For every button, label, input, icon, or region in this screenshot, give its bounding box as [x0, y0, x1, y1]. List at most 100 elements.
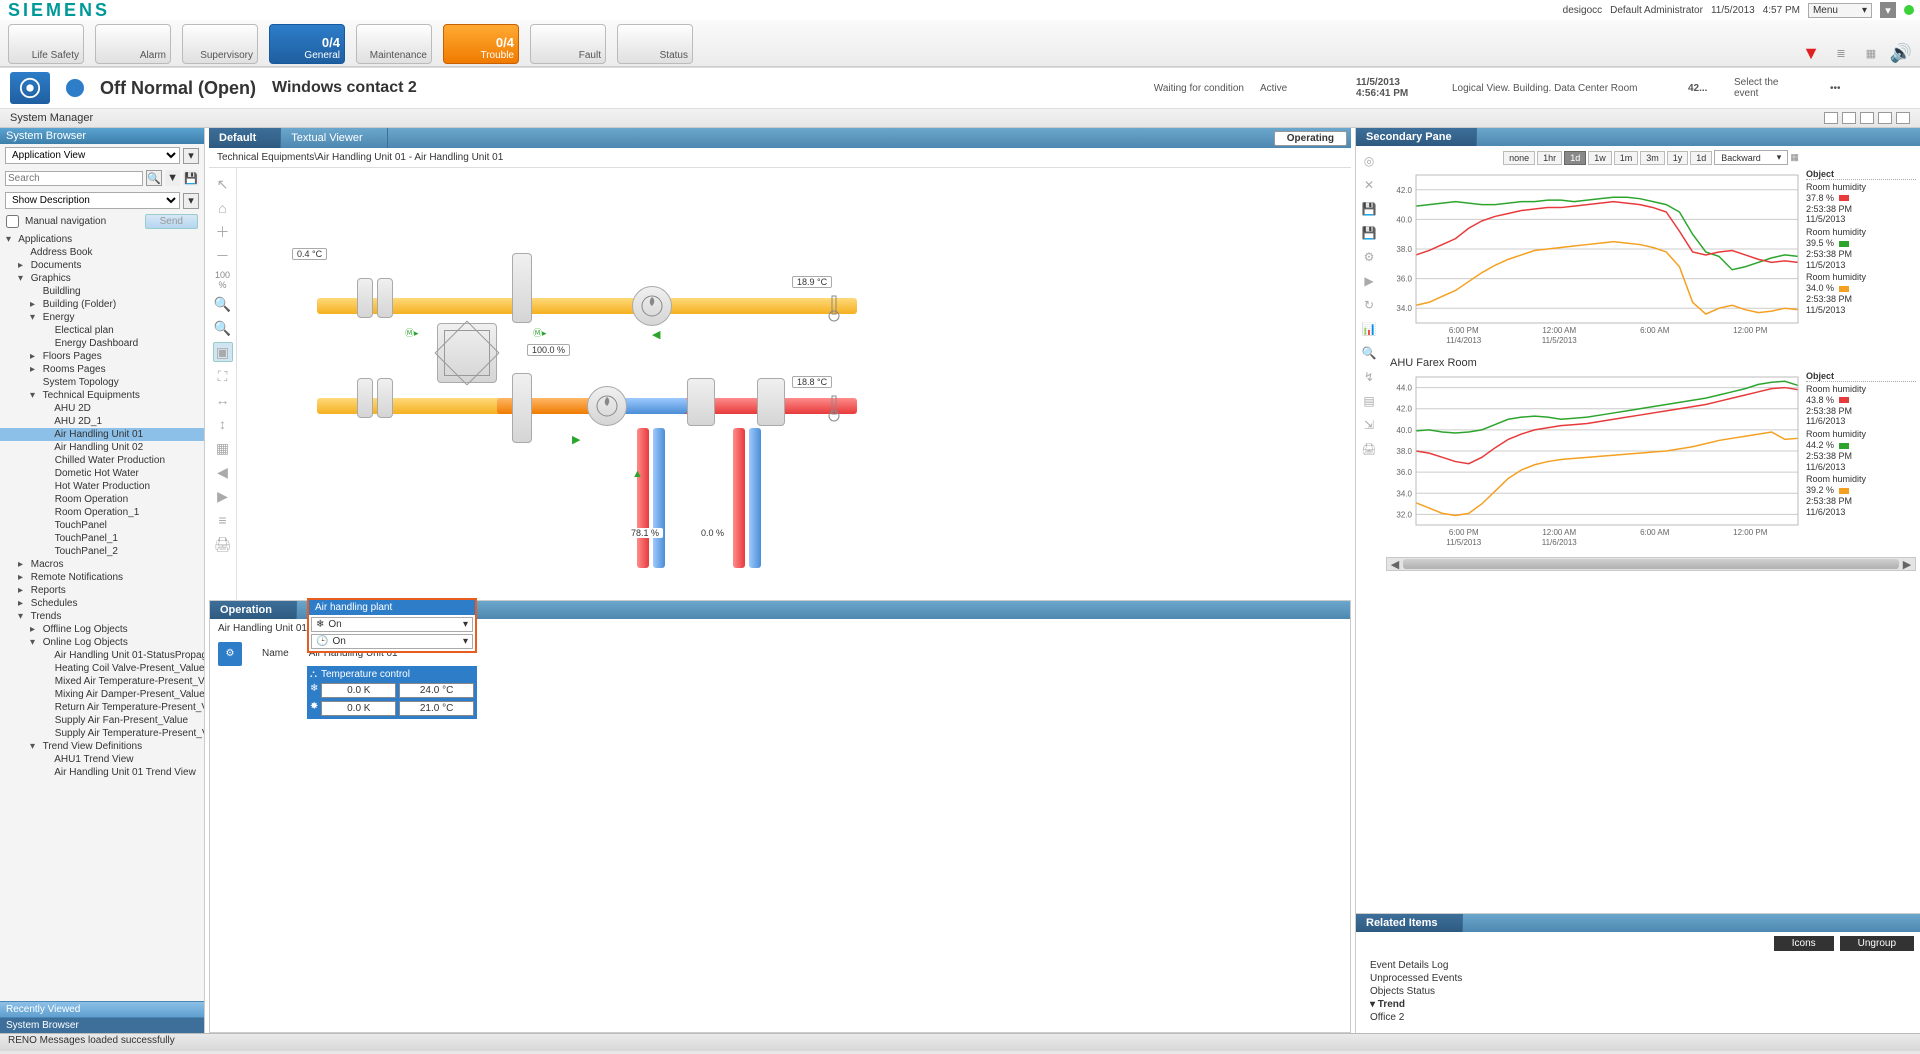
category-life-safety[interactable]: Life Safety — [8, 24, 84, 64]
zoom-fit-icon[interactable]: 🔍 — [213, 294, 233, 314]
tree-node[interactable]: TouchPanel_2 — [0, 545, 204, 558]
temperature-control-panel[interactable]: ⛬Temperature control ❄ 0.0 K 24.0 °C ✸ 0… — [307, 666, 477, 719]
send-button[interactable]: Send — [145, 214, 198, 229]
manual-nav-checkbox[interactable] — [6, 215, 19, 228]
save-filter-icon[interactable]: 💾 — [183, 170, 199, 186]
tree-node[interactable]: Remote Notifications — [0, 571, 204, 584]
direction-dropdown[interactable]: Backward▾ — [1714, 150, 1788, 165]
trend-chart-1[interactable]: 34.036.038.040.042.06:00 PM11/4/201312:0… — [1386, 169, 1802, 349]
category-alarm[interactable]: Alarm — [95, 24, 171, 64]
related-item[interactable]: ▾ Trend — [1370, 998, 1906, 1011]
related-item[interactable]: Office 2 — [1370, 1011, 1906, 1024]
tree-node[interactable]: AHU 2D_1 — [0, 415, 204, 428]
tree-node[interactable]: Electical plan — [0, 324, 204, 337]
zoom-in-icon[interactable]: ＋ — [213, 222, 233, 242]
tree-node[interactable]: Energy Dashboard — [0, 337, 204, 350]
tree-node[interactable]: Dometic Hot Water — [0, 467, 204, 480]
tree-node[interactable]: Air Handling Unit 01 Trend View — [0, 766, 204, 779]
zoom-reset-icon[interactable]: 🔍 — [213, 318, 233, 338]
tree-node[interactable]: System Topology — [0, 376, 204, 389]
category-fault[interactable]: Fault — [530, 24, 606, 64]
time-filter-1w[interactable]: 1w — [1588, 151, 1612, 165]
fit-height-icon[interactable]: ↕ — [213, 414, 233, 434]
tab-system-browser[interactable]: System Browser — [0, 1017, 204, 1033]
fit-width-icon[interactable]: ↔ — [213, 390, 233, 410]
ungroup-button[interactable]: Ungroup — [1840, 936, 1914, 951]
select-event-label[interactable]: Select theevent — [1734, 77, 1814, 99]
icons-button[interactable]: Icons — [1774, 936, 1834, 951]
zoom-in-icon[interactable]: 🔍 — [1360, 344, 1378, 362]
time-filter-1d[interactable]: 1d — [1690, 151, 1712, 165]
category-general[interactable]: 0/4General — [269, 24, 345, 64]
related-item[interactable]: Unprocessed Events — [1370, 972, 1906, 985]
tree-node[interactable]: AHU1 Trend View — [0, 753, 204, 766]
tree-node[interactable]: Technical Equipments — [0, 389, 204, 402]
tree-node[interactable]: Graphics — [0, 272, 204, 285]
related-list[interactable]: Event Details LogUnprocessed EventsObjec… — [1356, 955, 1920, 1028]
refresh-icon[interactable]: ↻ — [1360, 296, 1378, 314]
category-supervisory[interactable]: Supervisory — [182, 24, 258, 64]
menu-dropdown[interactable]: Menu▾ — [1808, 3, 1872, 18]
save-as-icon[interactable]: 💾 — [1360, 224, 1378, 242]
search-input[interactable] — [5, 171, 143, 186]
tree-node[interactable]: AHU 2D — [0, 402, 204, 415]
filter-tree-icon[interactable]: ▼ — [165, 170, 181, 186]
scroll-left-icon[interactable]: ◀ — [1389, 558, 1401, 571]
tree-node[interactable]: TouchPanel — [0, 519, 204, 532]
category-status[interactable]: Status — [617, 24, 693, 64]
tree-node[interactable]: Trends — [0, 610, 204, 623]
tree-node[interactable]: Energy — [0, 311, 204, 324]
tab-recently-viewed[interactable]: Recently Viewed — [0, 1001, 204, 1017]
more-icon[interactable]: ••• — [1830, 83, 1910, 94]
related-item[interactable]: Objects Status — [1370, 985, 1906, 998]
return-fan[interactable] — [632, 286, 672, 326]
tree-node[interactable]: Heating Coil Valve-Present_Value — [0, 662, 204, 675]
tree-node[interactable]: Applications — [0, 233, 204, 246]
pointer-icon[interactable]: ↖ — [213, 174, 233, 194]
tree-node[interactable]: Mixed Air Temperature-Present_Value — [0, 675, 204, 688]
tree-node[interactable]: Supply Air Temperature-Present_Value — [0, 727, 204, 740]
tree-node[interactable]: Room Operation — [0, 493, 204, 506]
tree-node[interactable]: Reports — [0, 584, 204, 597]
tree-node[interactable]: Online Log Objects — [0, 636, 204, 649]
air-handling-plant-panel[interactable]: Air handling plant ❄On▾ 🕒On▾ — [307, 598, 477, 653]
tree-node[interactable]: TouchPanel_1 — [0, 532, 204, 545]
tree-node[interactable]: Buildling — [0, 285, 204, 298]
desc-expand-icon[interactable]: ▾ — [183, 193, 199, 209]
tree-node[interactable]: Rooms Pages — [0, 363, 204, 376]
hvac-diagram[interactable]: 0.4 °C 18.9 °C 18.8 °C 100.0 % 78.1 % 0.… — [237, 168, 1351, 600]
tree-node[interactable]: Air Handling Unit 01 — [0, 428, 204, 441]
tree-node[interactable]: Supply Air Fan-Present_Value — [0, 714, 204, 727]
close-icon[interactable]: ✕ — [1360, 176, 1378, 194]
table-icon[interactable]: ▤ — [1360, 392, 1378, 410]
tree-node[interactable]: Air Handling Unit 01-StatusPropagation — [0, 649, 204, 662]
home-icon[interactable]: ⌂ — [213, 198, 233, 218]
view-select[interactable]: Application View — [5, 147, 180, 164]
stats-icon[interactable]: ↯ — [1360, 368, 1378, 386]
export-icon[interactable]: ⇲ — [1360, 416, 1378, 434]
nav-right-icon[interactable]: ▶ — [213, 486, 233, 506]
tree-node[interactable]: Schedules — [0, 597, 204, 610]
tree-node[interactable]: Trend View Definitions — [0, 740, 204, 753]
view-select-expand-icon[interactable]: ▾ — [183, 148, 199, 164]
range-expand-icon[interactable]: ▦ — [1790, 152, 1799, 163]
nav-left-icon[interactable]: ◀ — [213, 462, 233, 482]
heat-exchanger[interactable] — [437, 323, 497, 383]
tree-node[interactable]: Building (Folder) — [0, 298, 204, 311]
print-icon[interactable]: 🖨 — [213, 534, 233, 554]
time-filter-1m[interactable]: 1m — [1614, 151, 1639, 165]
category-trouble[interactable]: 0/4Trouble — [443, 24, 519, 64]
tree-node[interactable]: Documents — [0, 259, 204, 272]
sound-icon[interactable]: 🔊 — [1890, 42, 1912, 64]
tree-node[interactable]: Mixing Air Damper-Present_Value — [0, 688, 204, 701]
time-filter-1d[interactable]: 1d — [1564, 151, 1586, 165]
description-select[interactable]: Show Description — [5, 192, 180, 209]
tree-node[interactable]: Macros — [0, 558, 204, 571]
tree-node[interactable]: Hot Water Production — [0, 480, 204, 493]
tab-operation[interactable]: Operation — [210, 601, 297, 619]
category-maintenance[interactable]: Maintenance — [356, 24, 432, 64]
tree-node[interactable]: Floors Pages — [0, 350, 204, 363]
tab-textual-viewer[interactable]: Textual Viewer — [281, 128, 387, 148]
tree-node[interactable]: Address Book — [0, 246, 204, 259]
target-icon[interactable]: ◎ — [1360, 152, 1378, 170]
